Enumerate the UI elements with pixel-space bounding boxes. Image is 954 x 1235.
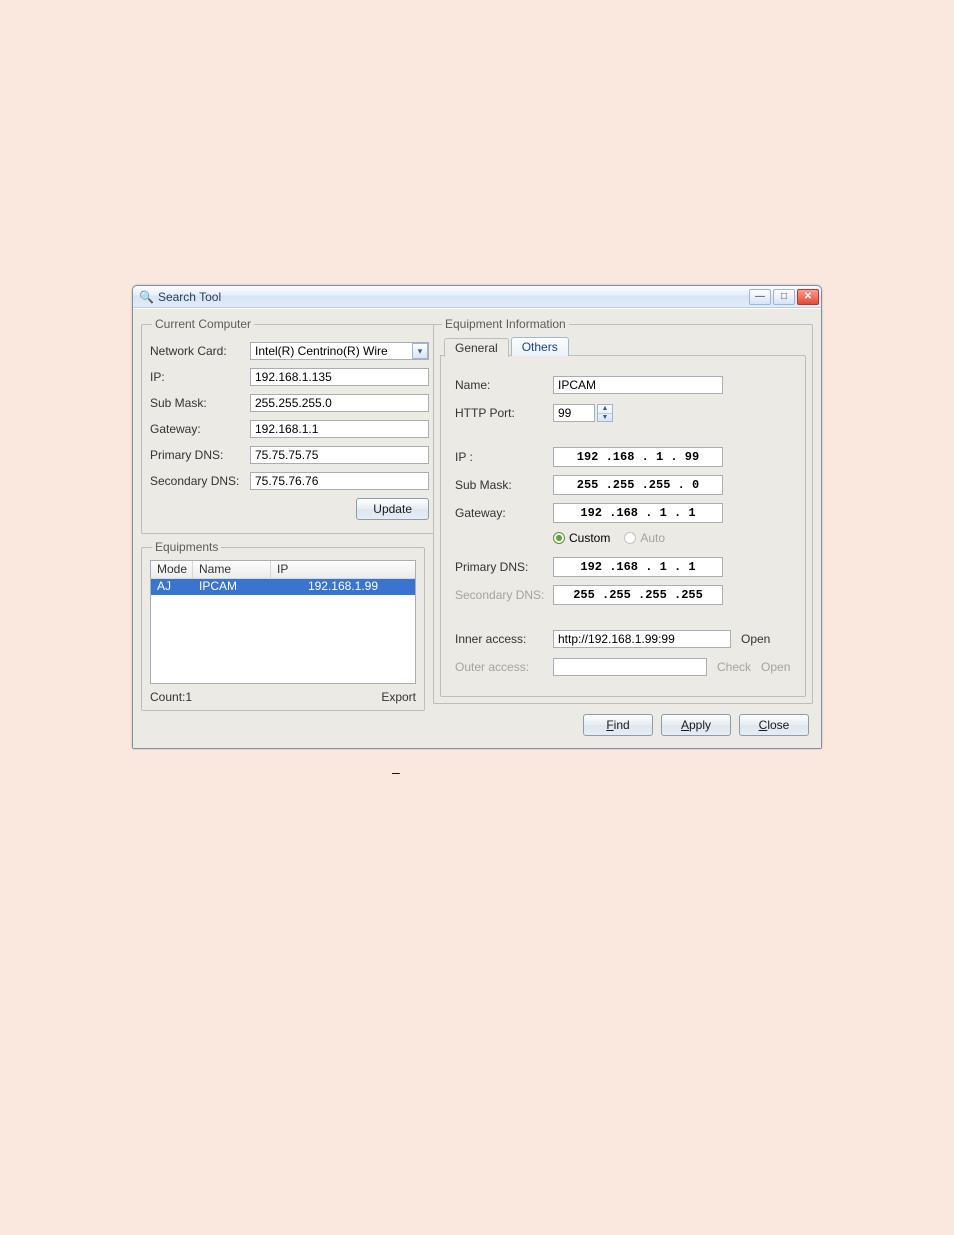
http-port-field[interactable] xyxy=(553,404,595,422)
current-computer-group: Current Computer Network Card: ▾ IP: Sub… xyxy=(141,317,438,534)
dns2-label: Secondary DNS: xyxy=(455,588,553,602)
maximize-button[interactable]: □ xyxy=(773,289,795,305)
radio-auto[interactable]: Auto xyxy=(624,531,665,545)
app-icon: 🔍 xyxy=(139,290,154,304)
port-spinner[interactable]: ▲▼ xyxy=(597,404,613,422)
mask-label: Sub Mask: xyxy=(455,478,553,492)
name-field[interactable] xyxy=(553,376,723,394)
ip-label: IP : xyxy=(455,450,553,464)
col-name[interactable]: Name xyxy=(193,561,271,578)
radio-custom[interactable]: Custom xyxy=(553,531,610,545)
network-card-value[interactable] xyxy=(250,342,429,360)
row-name: IPCAM xyxy=(193,579,271,595)
computer-dns1-value[interactable] xyxy=(250,446,429,464)
computer-dns2-label: Secondary DNS: xyxy=(150,474,250,488)
group-legend: Current Computer xyxy=(152,317,254,331)
window-body: Current Computer Network Card: ▾ IP: Sub… xyxy=(133,308,821,748)
computer-gw-value[interactable] xyxy=(250,420,429,438)
spin-down-icon[interactable]: ▼ xyxy=(598,414,612,422)
col-mode[interactable]: Mode xyxy=(151,561,193,578)
computer-ip-value[interactable] xyxy=(250,368,429,386)
list-header: Mode Name IP xyxy=(151,561,415,579)
network-card-combo[interactable]: ▾ xyxy=(250,342,429,360)
row-ip: 192.168.1.99 xyxy=(271,579,415,595)
equipment-dns1-field[interactable]: 192 .168 . 1 . 1 xyxy=(553,557,723,577)
minimize-button[interactable]: — xyxy=(749,289,771,305)
dns1-label: Primary DNS: xyxy=(455,560,553,574)
outer-open-link[interactable]: Open xyxy=(761,660,790,674)
titlebar[interactable]: 🔍 Search Tool — □ ✕ xyxy=(133,286,821,308)
export-link[interactable]: Export xyxy=(381,690,416,704)
radio-on-icon xyxy=(553,532,565,544)
window-title: Search Tool xyxy=(158,290,747,304)
col-ip[interactable]: IP xyxy=(271,561,415,578)
computer-dns1-label: Primary DNS: xyxy=(150,448,250,462)
tab-general[interactable]: General xyxy=(444,338,509,357)
tabstrip: General Others xyxy=(440,337,806,356)
radio-off-icon xyxy=(624,532,636,544)
group-legend: Equipments xyxy=(152,540,221,554)
computer-mask-value[interactable] xyxy=(250,394,429,412)
tab-others[interactable]: Others xyxy=(511,337,569,356)
computer-dns2-value[interactable] xyxy=(250,472,429,490)
gw-label: Gateway: xyxy=(455,506,553,520)
outer-label: Outer access: xyxy=(455,660,553,674)
list-row[interactable]: AJ IPCAM 192.168.1.99 xyxy=(151,579,415,595)
nic-label: Network Card: xyxy=(150,344,250,358)
inner-label: Inner access: xyxy=(455,632,553,646)
close-window-button[interactable]: ✕ xyxy=(797,289,819,305)
equipments-list[interactable]: Mode Name IP AJ IPCAM 192.168.1.99 xyxy=(150,560,416,684)
computer-gw-label: Gateway: xyxy=(150,422,250,436)
apply-button[interactable]: Apply xyxy=(661,714,731,736)
close-suffix: lose xyxy=(767,718,789,732)
search-tool-window: 🔍 Search Tool — □ ✕ Current Computer Net… xyxy=(132,285,822,749)
spin-up-icon[interactable]: ▲ xyxy=(598,405,612,414)
find-button[interactable]: Find xyxy=(583,714,653,736)
inner-access-field[interactable] xyxy=(553,630,731,648)
computer-mask-label: Sub Mask: xyxy=(150,396,250,410)
page-dash: – xyxy=(392,764,400,780)
find-suffix: ind xyxy=(614,718,630,732)
name-label: Name: xyxy=(455,378,553,392)
close-button[interactable]: Close xyxy=(739,714,809,736)
chevron-down-icon[interactable]: ▾ xyxy=(412,343,428,359)
equipment-gw-field[interactable]: 192 .168 . 1 . 1 xyxy=(553,503,723,523)
count-text: Count:1 xyxy=(150,690,192,704)
update-button[interactable]: Update xyxy=(356,498,429,520)
tab-general-panel: Name: HTTP Port: ▲▼ IP : 192 .168 . 1 . … xyxy=(440,355,806,697)
computer-ip-label: IP: xyxy=(150,370,250,384)
equipment-mask-field[interactable]: 255 .255 .255 . 0 xyxy=(553,475,723,495)
port-label: HTTP Port: xyxy=(455,406,553,420)
outer-access-field[interactable] xyxy=(553,658,707,676)
equipments-group: Equipments Mode Name IP AJ IPCAM 192.168… xyxy=(141,540,425,711)
equipment-info-group: Equipment Information General Others Nam… xyxy=(433,317,813,704)
footer-buttons: Find Apply Close xyxy=(433,704,813,740)
apply-suffix: pply xyxy=(689,718,711,732)
row-mode: AJ xyxy=(151,579,193,595)
group-legend: Equipment Information xyxy=(442,317,569,331)
equipment-ip-field[interactable]: 192 .168 . 1 . 99 xyxy=(553,447,723,467)
equipment-dns2-field[interactable]: 255 .255 .255 .255 xyxy=(553,585,723,605)
inner-open-link[interactable]: Open xyxy=(741,632,770,646)
outer-check-link[interactable]: Check xyxy=(717,660,751,674)
